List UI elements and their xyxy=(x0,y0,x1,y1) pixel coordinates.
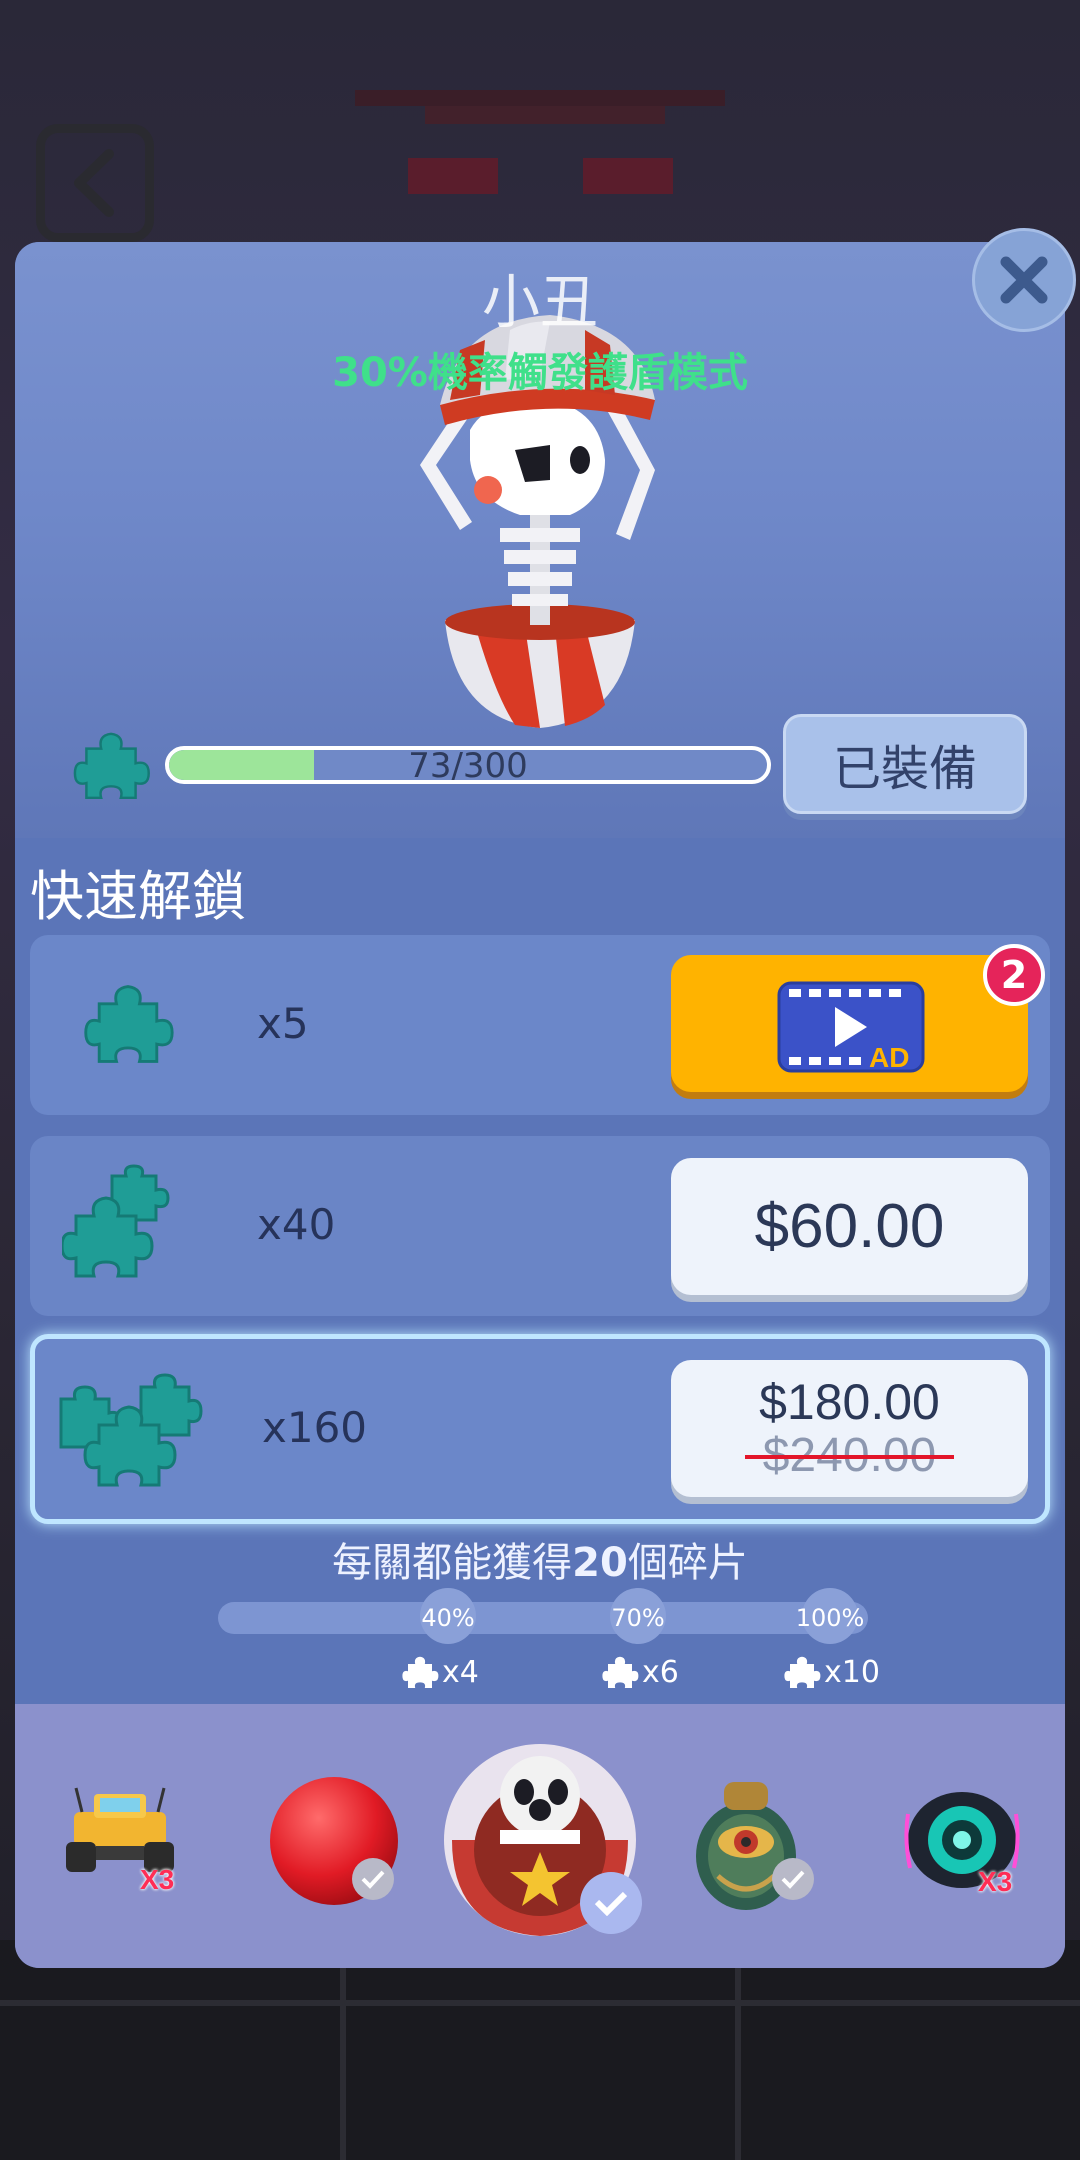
item-description: 30%機率觸發護盾模式 xyxy=(332,350,748,396)
watch-ad-button[interactable]: AD xyxy=(671,955,1028,1092)
back-arrow-icon xyxy=(74,149,114,217)
reward-progress-track xyxy=(218,1602,868,1634)
close-button[interactable] xyxy=(972,228,1076,332)
milestone-label: 100% xyxy=(795,1604,865,1632)
puzzle-piece-icon xyxy=(84,985,174,1063)
buy-40-button[interactable]: $60.00 xyxy=(671,1158,1028,1295)
equipped-check-icon xyxy=(352,1858,394,1900)
quick-unlock-title: 快速解鎖 xyxy=(30,865,246,928)
background-floor xyxy=(0,1940,1080,2160)
puzzle-pieces-icon xyxy=(62,1164,170,1278)
close-icon xyxy=(1000,256,1048,304)
puzzle-pieces-icon xyxy=(59,1373,203,1487)
puzzle-piece-icon xyxy=(602,1656,639,1688)
milestone-reward: x4 xyxy=(398,1652,479,1692)
original-price-label: $240.00 xyxy=(744,1428,954,1482)
milestone-label: 70% xyxy=(611,1604,665,1632)
puzzle-piece-icon xyxy=(402,1656,439,1688)
ad-count-badge: 2 xyxy=(983,944,1045,1006)
multiplier-tag: X3 xyxy=(140,1864,175,1895)
sale-price-label: $180.00 xyxy=(759,1373,940,1430)
offer-quantity: x160 xyxy=(262,1403,368,1452)
equipped-button[interactable]: 已裝備 xyxy=(783,714,1027,814)
milestone-label: 40% xyxy=(421,1604,475,1632)
selected-check-icon xyxy=(580,1872,642,1934)
video-ad-icon: AD xyxy=(777,981,925,1073)
back-button[interactable] xyxy=(36,124,154,242)
milestone-reward: x6 xyxy=(598,1652,679,1692)
ad-label: AD xyxy=(869,1042,909,1073)
background-brick xyxy=(583,158,673,194)
background-structure xyxy=(425,106,665,124)
puzzle-piece-icon xyxy=(73,732,150,800)
fragments-per-level-text: 每關都能獲得20個碎片 xyxy=(332,1540,748,1586)
background-brick xyxy=(408,158,498,194)
background-structure xyxy=(355,90,725,106)
offer-quantity: x40 xyxy=(257,1200,336,1249)
item-title: 小丑 xyxy=(481,268,598,336)
progress-text: 73/300 xyxy=(408,746,528,786)
multiplier-tag: X3 xyxy=(978,1866,1013,1897)
buy-160-button[interactable]: $180.00 $240.00 xyxy=(671,1360,1028,1497)
price-label: $60.00 xyxy=(754,1192,945,1261)
equipped-check-icon xyxy=(772,1858,814,1900)
milestone-reward: x10 xyxy=(780,1652,880,1692)
puzzle-piece-icon xyxy=(784,1656,821,1688)
offer-quantity: x5 xyxy=(257,999,309,1048)
